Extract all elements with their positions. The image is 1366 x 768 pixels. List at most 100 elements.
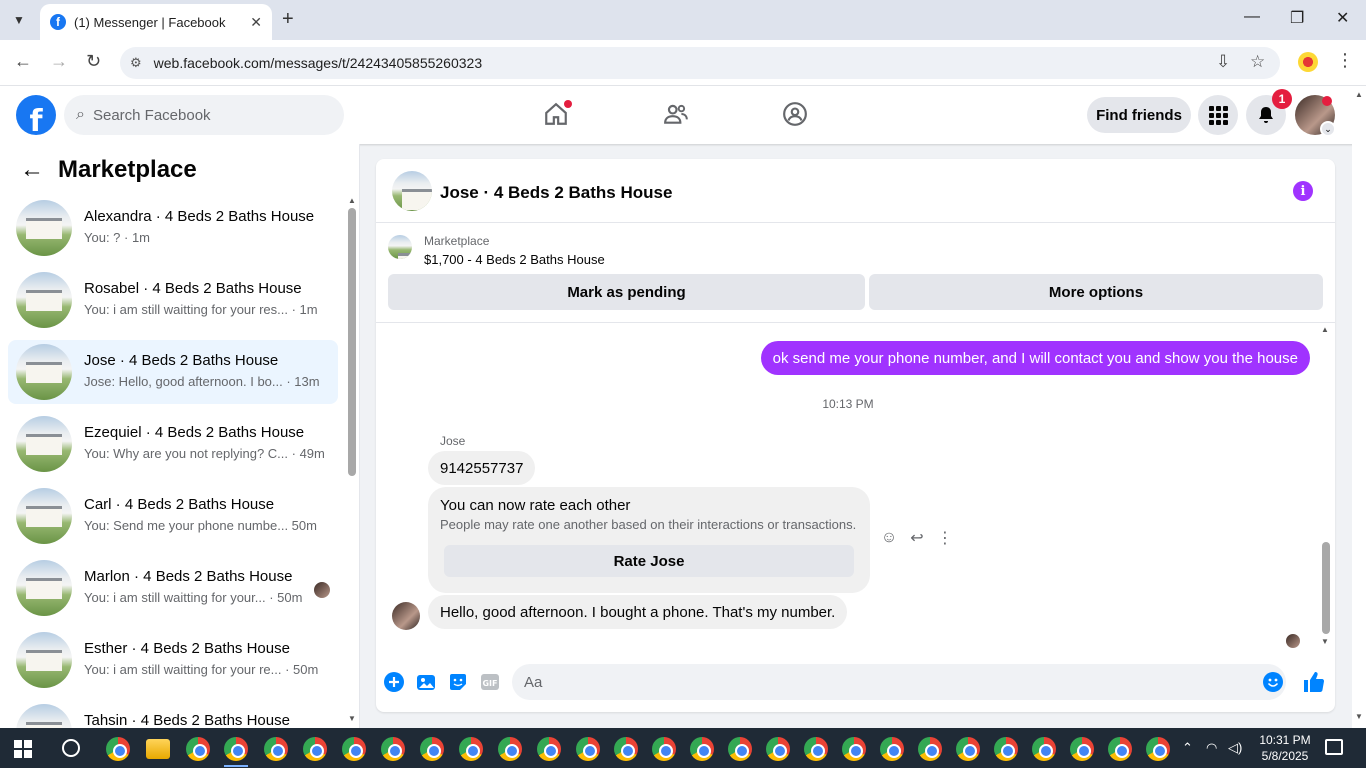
chrome-profile-taskbar-icon[interactable]: [498, 737, 522, 761]
react-emoji-icon[interactable]: ☺: [880, 529, 898, 547]
listing-title[interactable]: $1,700 - 4 Beds 2 Baths House: [424, 252, 605, 267]
facebook-search[interactable]: ⌕: [64, 95, 344, 135]
chrome-menu-icon[interactable]: ⋮: [1336, 50, 1354, 71]
bookmark-star-icon[interactable]: ☆: [1250, 52, 1265, 72]
mark-as-pending-button[interactable]: Mark as pending: [388, 274, 865, 310]
chrome-profile-taskbar-icon[interactable]: [994, 737, 1018, 761]
tab-search-chevron-icon[interactable]: ▼: [6, 7, 32, 33]
scroll-down-arrow-icon[interactable]: ▼: [348, 714, 356, 723]
file-explorer-icon[interactable]: [146, 739, 170, 759]
chrome-profile-taskbar-icon[interactable]: [459, 737, 483, 761]
sticker-icon[interactable]: [448, 672, 468, 692]
restore-icon[interactable]: ❐: [1290, 8, 1304, 28]
forward-icon[interactable]: →: [50, 51, 68, 72]
facebook-logo-icon[interactable]: f: [16, 95, 56, 135]
chrome-profile-taskbar-icon[interactable]: [880, 737, 904, 761]
friends-icon[interactable]: [662, 100, 690, 128]
gif-icon[interactable]: GIF: [480, 672, 500, 692]
chrome-profile-taskbar-icon[interactable]: [766, 737, 790, 761]
chrome-profile-taskbar-icon[interactable]: [1146, 737, 1170, 761]
chat-scrollbar-thumb[interactable]: [1322, 542, 1330, 634]
scroll-up-arrow-icon[interactable]: ▲: [348, 196, 356, 205]
more-actions-icon[interactable]: ⋮: [936, 529, 954, 547]
search-input[interactable]: [92, 106, 313, 124]
chrome-profile-taskbar-icon[interactable]: [186, 737, 210, 761]
chrome-profile-taskbar-icon[interactable]: [614, 737, 638, 761]
action-center-icon[interactable]: [1325, 739, 1343, 755]
system-clock[interactable]: 10:31 PM 5/8/2025: [1258, 732, 1312, 764]
conversation-item[interactable]: Carl · 4 Beds 2 Baths House You: Send me…: [8, 484, 338, 548]
chrome-profile-taskbar-icon[interactable]: [537, 737, 561, 761]
browser-tab[interactable]: f (1) Messenger | Facebook ✕: [40, 4, 272, 40]
windows-start-icon[interactable]: [14, 740, 32, 758]
volume-icon[interactable]: ◁): [1228, 740, 1242, 756]
conversation-item-active[interactable]: Jose · 4 Beds 2 Baths House Jose: Hello,…: [8, 340, 338, 404]
reload-icon[interactable]: ↻: [86, 51, 101, 72]
chrome-profile-taskbar-icon[interactable]: [303, 737, 327, 761]
chrome-profile-taskbar-icon[interactable]: [842, 737, 866, 761]
search-circle-icon[interactable]: [62, 739, 80, 757]
find-friends-button[interactable]: Find friends: [1087, 97, 1191, 133]
chrome-profile-taskbar-icon[interactable]: [918, 737, 942, 761]
account-chevron-icon[interactable]: ⌄: [1320, 121, 1336, 137]
chrome-profile-taskbar-icon[interactable]: [264, 737, 288, 761]
plus-icon[interactable]: [384, 672, 404, 692]
listing-thumbnail[interactable]: [388, 235, 412, 259]
chrome-profile-taskbar-icon[interactable]: [1032, 737, 1056, 761]
page-scroll-up-icon[interactable]: ▲: [1355, 90, 1363, 99]
address-bar[interactable]: ⚙ web.facebook.com/messages/t/2424340585…: [120, 47, 1280, 79]
conversation-item[interactable]: Marlon · 4 Beds 2 Baths House You: i am …: [8, 556, 338, 620]
minimize-icon[interactable]: —: [1244, 8, 1260, 26]
tab-close-icon[interactable]: ✕: [250, 14, 262, 31]
extension-icon[interactable]: [1298, 52, 1318, 72]
incoming-message[interactable]: Hello, good afternoon. I bought a phone.…: [428, 595, 848, 629]
incoming-message[interactable]: 9142557737: [428, 451, 536, 485]
chat-listing-avatar[interactable]: [392, 171, 432, 211]
chrome-profile-taskbar-icon[interactable]: [956, 737, 980, 761]
message-input-wrapper[interactable]: [512, 664, 1286, 700]
conversation-item[interactable]: Tahsin · 4 Beds 2 Baths House: [8, 700, 338, 728]
jose-avatar[interactable]: [392, 602, 420, 630]
conversation-item[interactable]: Rosabel · 4 Beds 2 Baths House You: i am…: [8, 268, 338, 332]
close-window-icon[interactable]: ✕: [1336, 8, 1349, 28]
reply-icon[interactable]: ↩: [908, 529, 926, 547]
menu-grid-icon[interactable]: [1198, 95, 1238, 135]
chrome-profile-taskbar-icon[interactable]: [342, 737, 366, 761]
chrome-profile-taskbar-icon[interactable]: [804, 737, 828, 761]
chrome-profile-taskbar-icon[interactable]: [728, 737, 752, 761]
chrome-profile-taskbar-icon[interactable]: [1108, 737, 1132, 761]
groups-icon[interactable]: [781, 100, 809, 128]
install-app-icon[interactable]: ⇩: [1216, 52, 1230, 72]
site-info-icon[interactable]: ⚙: [130, 55, 142, 71]
rate-jose-button[interactable]: Rate Jose: [444, 545, 854, 577]
new-tab-icon[interactable]: +: [282, 8, 294, 31]
back-arrow-icon[interactable]: ←: [20, 156, 44, 184]
conversation-item[interactable]: Alexandra · 4 Beds 2 Baths House You: ? …: [8, 196, 338, 260]
like-thumb-icon[interactable]: [1302, 670, 1326, 694]
chrome-profile-taskbar-icon[interactable]: [381, 737, 405, 761]
chat-title[interactable]: Jose · 4 Beds 2 Baths House: [440, 183, 672, 203]
conversation-item[interactable]: Esther · 4 Beds 2 Baths House You: i am …: [8, 628, 338, 692]
back-icon[interactable]: ←: [14, 51, 32, 72]
outgoing-message[interactable]: ok send me your phone number, and I will…: [760, 341, 1310, 375]
emoji-icon[interactable]: [1263, 672, 1283, 692]
chrome-profile-taskbar-icon[interactable]: [1070, 737, 1094, 761]
message-input[interactable]: [524, 673, 1224, 691]
photo-icon[interactable]: [416, 672, 436, 692]
chat-scroll-up-icon[interactable]: ▲: [1321, 325, 1329, 334]
page-scrollbar[interactable]: ▲ ▼: [1352, 86, 1366, 728]
chrome-profile-taskbar-icon[interactable]: [652, 737, 676, 761]
page-scroll-down-icon[interactable]: ▼: [1355, 712, 1363, 721]
chrome-profile-taskbar-icon[interactable]: [690, 737, 714, 761]
conversation-item[interactable]: Ezequiel · 4 Beds 2 Baths House You: Why…: [8, 412, 338, 476]
tray-chevron-icon[interactable]: ⌃: [1182, 740, 1193, 756]
chrome-profile-taskbar-icon[interactable]: [420, 737, 444, 761]
info-icon[interactable]: i: [1293, 181, 1313, 201]
network-icon[interactable]: ◠: [1206, 740, 1217, 756]
more-options-button[interactable]: More options: [869, 274, 1323, 310]
sidebar-scrollbar-thumb[interactable]: [348, 208, 356, 476]
chat-scroll-down-icon[interactable]: ▼: [1321, 637, 1329, 646]
chrome-profile-taskbar-icon[interactable]: [576, 737, 600, 761]
chrome-taskbar-icon[interactable]: [106, 737, 130, 761]
chrome-profile-taskbar-icon[interactable]: [224, 737, 248, 761]
